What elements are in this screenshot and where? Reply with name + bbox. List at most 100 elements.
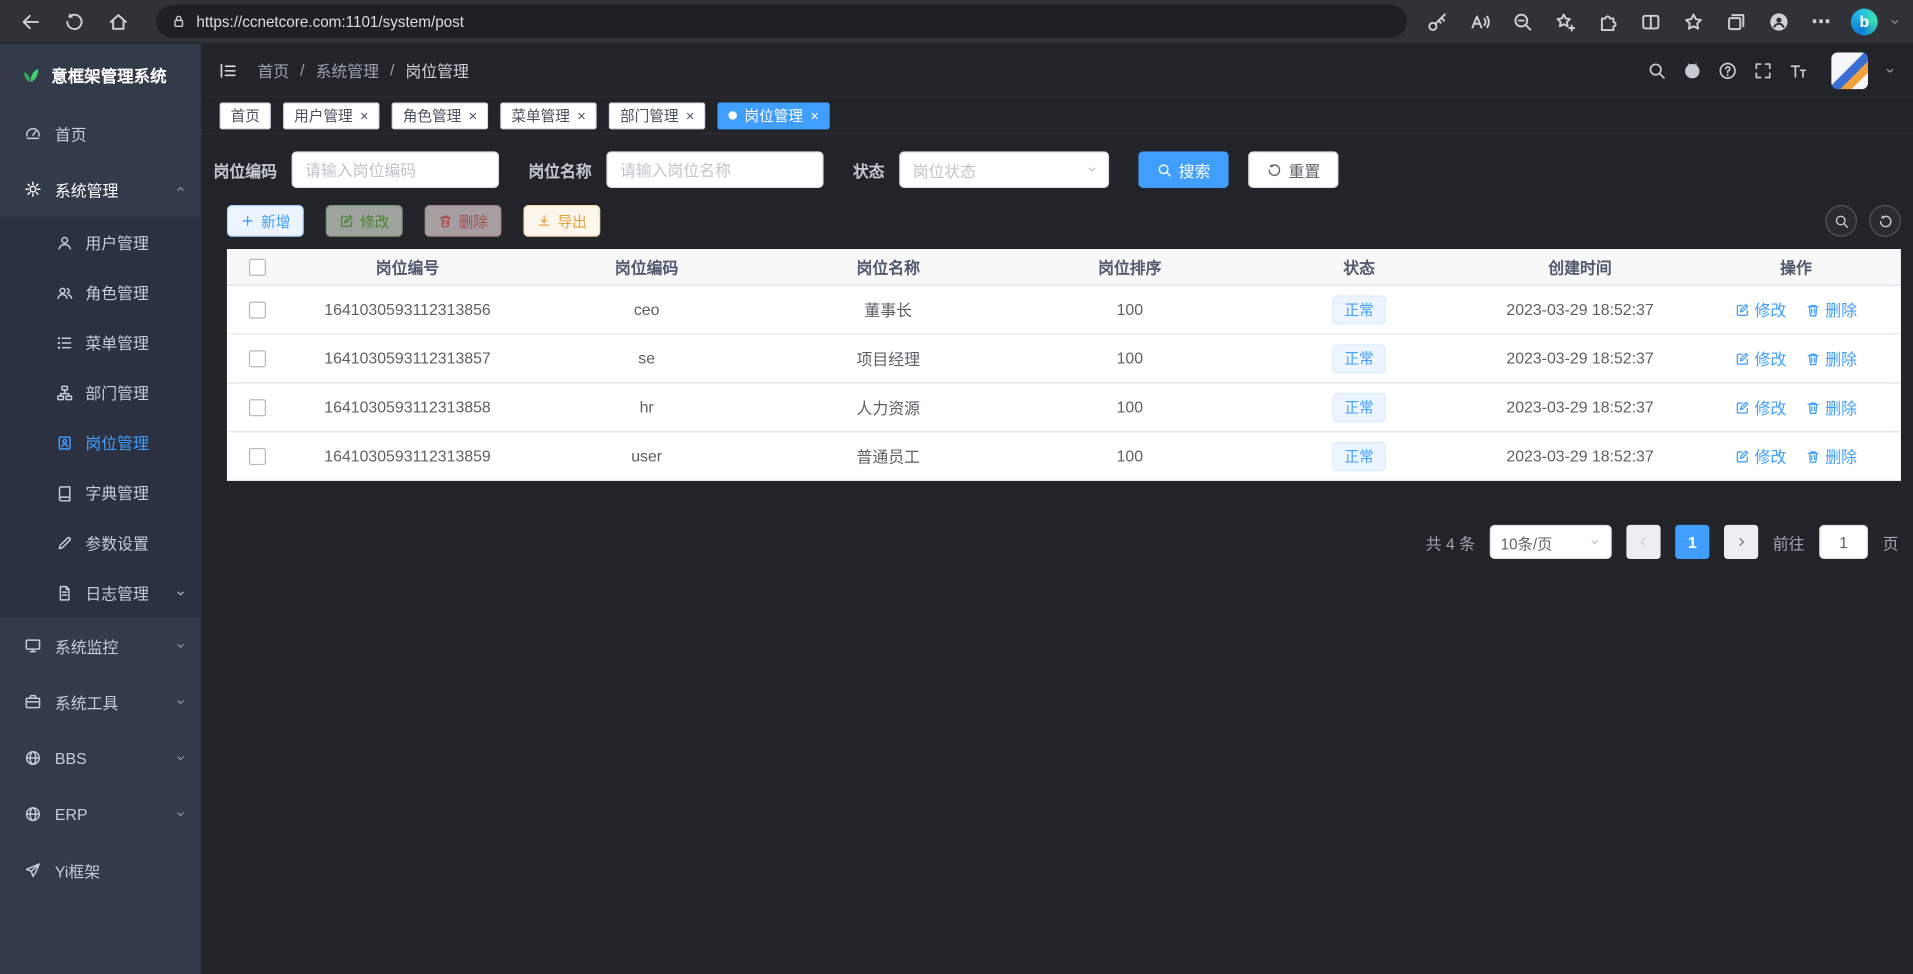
refresh-table-button[interactable] (1869, 205, 1901, 237)
user-avatar[interactable] (1831, 52, 1868, 89)
row-delete-button[interactable]: 删除 (1806, 444, 1857, 467)
prev-page-button[interactable] (1626, 525, 1660, 559)
row-checkbox[interactable] (249, 447, 266, 464)
refresh-button[interactable] (56, 3, 93, 40)
add-favorite-button[interactable] (1547, 4, 1584, 38)
tab-roles[interactable]: 角色管理 × (392, 102, 488, 129)
tab-label: 岗位管理 (744, 105, 803, 126)
page-size-select[interactable]: 10条/页 (1490, 525, 1612, 559)
close-icon[interactable]: × (360, 108, 369, 123)
add-button[interactable]: 新增 (227, 205, 304, 237)
tab-posts-active[interactable]: 岗位管理 × (718, 102, 830, 129)
browser-toolbar: https://ccnetcore.com:1101/system/post (0, 0, 1913, 44)
sidebar-item-bbs[interactable]: BBS (0, 730, 201, 786)
table-row: 1641030593112313857 se 项目经理 100 正常 2023-… (227, 334, 1901, 383)
dashboard-icon (24, 125, 41, 142)
tab-departments[interactable]: 部门管理 × (609, 102, 705, 129)
row-edit-button[interactable]: 修改 (1735, 395, 1786, 418)
row-actions: 修改 删除 (1691, 395, 1901, 418)
row-edit-button[interactable]: 修改 (1735, 347, 1786, 370)
next-page-button[interactable] (1724, 525, 1758, 559)
tab-label: 部门管理 (620, 105, 679, 126)
sidebar-item-users[interactable]: 用户管理 (0, 217, 201, 267)
goto-page-input[interactable] (1819, 525, 1868, 559)
collections-button[interactable] (1718, 4, 1755, 38)
close-icon[interactable]: × (577, 108, 586, 123)
search-button[interactable]: 搜索 (1138, 151, 1228, 188)
delete-button-label: 删除 (459, 211, 488, 232)
export-button[interactable]: 导出 (523, 205, 600, 237)
sidebar-item-system[interactable]: 系统管理 (0, 161, 201, 217)
post-code-input[interactable] (292, 151, 499, 188)
status-select[interactable]: 岗位状态 (899, 151, 1109, 188)
sidebar-item-monitoring[interactable]: 系统监控 (0, 618, 201, 674)
row-checkbox[interactable] (249, 399, 266, 416)
password-button[interactable] (1419, 4, 1456, 38)
tab-users[interactable]: 用户管理 × (283, 102, 379, 129)
back-button[interactable] (12, 3, 49, 40)
sidebar-item-parameters[interactable]: 参数设置 (0, 518, 201, 568)
sidebar-item-dictionary[interactable]: 字典管理 (0, 467, 201, 517)
extensions-button[interactable] (1590, 4, 1627, 38)
row-delete-button[interactable]: 删除 (1806, 347, 1857, 370)
copilot-button[interactable]: b (1846, 4, 1883, 38)
tags-view-bar: 首页 用户管理 × 角色管理 × 菜单管理 × 部门管理 × (201, 98, 1913, 135)
row-edit-label: 修改 (1754, 444, 1786, 467)
sidebar-item-label: 系统管理 (55, 178, 118, 201)
edit-icon (1735, 400, 1750, 415)
sidebar-item-erp[interactable]: ERP (0, 786, 201, 842)
tab-menus[interactable]: 菜单管理 × (500, 102, 596, 129)
sidebar-item-menus[interactable]: 菜单管理 (0, 317, 201, 367)
sidebar-item-label: 日志管理 (85, 581, 148, 604)
close-icon[interactable]: × (686, 108, 695, 123)
zoom-button[interactable] (1504, 4, 1541, 38)
column-header: 岗位编号 (288, 255, 527, 278)
select-all-checkbox[interactable] (249, 258, 266, 275)
chevron-down-icon[interactable] (1889, 15, 1901, 27)
favorites-button[interactable] (1675, 4, 1712, 38)
tab-label: 用户管理 (294, 105, 353, 126)
row-edit-button[interactable]: 修改 (1735, 444, 1786, 467)
sidebar-item-departments[interactable]: 部门管理 (0, 367, 201, 417)
post-name-input[interactable] (606, 151, 823, 188)
reset-button[interactable]: 重置 (1248, 151, 1338, 188)
font-size-button[interactable] (1789, 60, 1809, 80)
github-button[interactable] (1683, 60, 1703, 80)
sidebar-toggle-button[interactable] (218, 60, 238, 80)
sidebar-item-posts[interactable]: 岗位管理 (0, 417, 201, 467)
breadcrumb-separator: / (390, 61, 394, 79)
close-icon[interactable]: × (810, 108, 819, 123)
sidebar-item-yi-framework[interactable]: Yi框架 (0, 842, 201, 898)
sidebar-item-roles[interactable]: 角色管理 (0, 267, 201, 317)
edit-button[interactable]: 修改 (326, 205, 403, 237)
export-button-label: 导出 (558, 211, 587, 232)
help-button[interactable] (1718, 60, 1738, 80)
fullscreen-button[interactable] (1753, 60, 1773, 80)
user-menu-button[interactable] (1884, 64, 1896, 76)
sidebar-item-logs[interactable]: 日志管理 (0, 568, 201, 618)
header-search-button[interactable] (1647, 60, 1667, 80)
row-edit-button[interactable]: 修改 (1735, 298, 1786, 321)
home-button[interactable] (100, 3, 137, 40)
app-logo[interactable]: 意框架管理系统 (0, 44, 201, 105)
page-number-button[interactable]: 1 (1675, 525, 1709, 559)
tab-label: 菜单管理 (511, 105, 570, 126)
breadcrumb-home[interactable]: 首页 (257, 59, 289, 82)
close-icon[interactable]: × (469, 108, 478, 123)
read-aloud-button[interactable] (1462, 4, 1499, 38)
toggle-search-button[interactable] (1825, 205, 1857, 237)
sidebar-item-home[interactable]: 首页 (0, 105, 201, 161)
delete-button[interactable]: 删除 (425, 205, 502, 237)
address-bar[interactable]: https://ccnetcore.com:1101/system/post (156, 5, 1407, 38)
row-checkbox[interactable] (249, 350, 266, 367)
browser-profile-button[interactable] (1761, 4, 1798, 38)
sidebar-item-tools[interactable]: 系统工具 (0, 674, 201, 730)
tab-home[interactable]: 首页 (220, 102, 271, 129)
row-delete-button[interactable]: 删除 (1806, 298, 1857, 321)
browser-menu-button[interactable]: ⋯ (1803, 4, 1840, 38)
split-screen-button[interactable] (1632, 4, 1669, 38)
breadcrumb-system[interactable]: 系统管理 (316, 59, 379, 82)
caret-down-icon (1086, 164, 1098, 176)
row-delete-button[interactable]: 删除 (1806, 395, 1857, 418)
row-checkbox[interactable] (249, 301, 266, 318)
